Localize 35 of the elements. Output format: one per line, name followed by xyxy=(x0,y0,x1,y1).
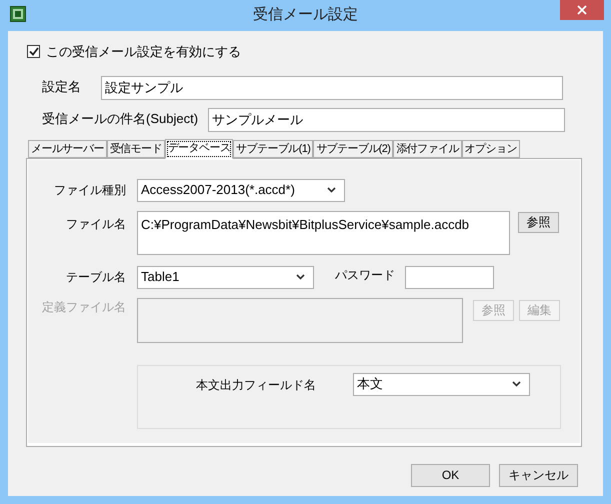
text-area[interactable]: C:¥ProgramData¥Newsbit¥BitplusService¥sample.accdb xyxy=(137,210,510,254)
tab[interactable]: オプション xyxy=(462,140,520,158)
password-field[interactable] xyxy=(405,266,494,288)
close-button[interactable] xyxy=(560,0,604,20)
field-label: 定義ファイル名 xyxy=(41,298,126,316)
dropdown[interactable]: Access2007-2013(*.accd*) xyxy=(137,178,345,202)
chevron-down-icon xyxy=(296,274,305,280)
check-icon xyxy=(28,47,38,56)
window-title: 受信メール設定 xyxy=(253,5,358,26)
chevron-down-icon xyxy=(512,381,521,387)
tab[interactable]: 添付ファイル xyxy=(393,140,462,158)
close-icon xyxy=(577,5,587,15)
tab[interactable]: メールサーバー xyxy=(28,140,107,158)
checkbox[interactable] xyxy=(27,45,40,58)
field-label: 設定名 xyxy=(42,78,82,96)
tab[interactable]: データベース xyxy=(164,138,234,158)
field-label: 受信メールの件名(Subject) xyxy=(42,110,200,128)
dropdown[interactable]: Table1 xyxy=(137,266,314,288)
tab[interactable]: 受信モード xyxy=(106,140,165,158)
tab[interactable]: サブテーブル(1) xyxy=(233,140,314,158)
checkbox-label: この受信メール設定を有効にする xyxy=(46,43,241,61)
chevron-down-icon xyxy=(327,187,336,193)
tab[interactable]: サブテーブル(2) xyxy=(313,140,394,158)
dropdown[interactable]: 本文 xyxy=(353,372,530,396)
text-field[interactable]: サンプルメール xyxy=(208,108,565,132)
field-label: パスワード xyxy=(335,266,395,284)
button[interactable]: 参照 xyxy=(518,212,559,232)
field-label: テーブル名 xyxy=(65,269,126,286)
text-field[interactable]: 設定サンプル xyxy=(101,76,563,100)
field-label: ファイル種別 xyxy=(53,182,126,199)
dialog-button[interactable]: OK xyxy=(411,464,490,486)
dialog-button[interactable]: キャンセル xyxy=(499,464,578,486)
app-icon xyxy=(10,6,26,22)
field-label: ファイル名 xyxy=(65,216,126,232)
field-label: 本文出力フィールド名 xyxy=(196,376,317,394)
